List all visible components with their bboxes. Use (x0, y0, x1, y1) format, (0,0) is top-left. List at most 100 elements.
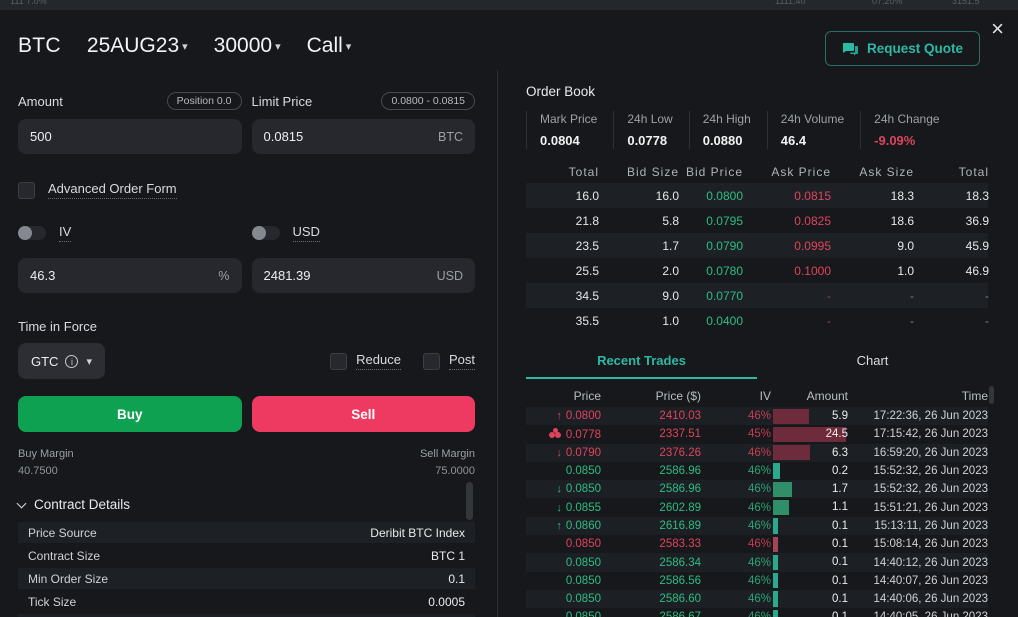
order-book-row[interactable]: 35.51.00.0400--- (526, 308, 988, 333)
sell-margin-label: Sell Margin (420, 448, 475, 460)
trade-usd-cell: 2586.96 (601, 483, 701, 495)
stat-item: Mark Price 0.0804 (526, 111, 613, 149)
trade-amount-value: 24.5 (771, 425, 848, 443)
trade-time-cell: 14:40:05, 26 Jun 2023 (848, 611, 988, 617)
bid-size-cell: 9.0 (599, 289, 679, 303)
order-book-row[interactable]: 21.85.80.07950.082518.636.9 (526, 208, 988, 233)
trade-row: 0.08502583.3346%0.115:08:14, 26 Jun 2023 (526, 535, 988, 553)
trade-amount-value: 0.1 (771, 590, 848, 608)
trade-amount-cell: 24.5 (771, 425, 848, 443)
limit-price-input[interactable] (264, 129, 431, 144)
trade-row: 0.08502586.6746%0.114:40:05, 26 Jun 2023 (526, 608, 988, 617)
advanced-order-form-checkbox[interactable] (18, 182, 35, 199)
order-book-column-header: Ask Price (743, 165, 831, 179)
request-quote-button[interactable]: Request Quote (825, 31, 980, 66)
contract-detail-row: Price SourceDeribit BTC Index (18, 522, 475, 543)
trade-amount-cell: 5.9 (771, 407, 848, 425)
order-book-row[interactable]: 23.51.70.07900.09959.045.9 (526, 233, 988, 258)
trade-price-cell: 0.0850 (526, 465, 601, 477)
trade-usd-cell: 2586.67 (601, 611, 701, 617)
background-text-fragment: 1111.40 (775, 0, 806, 6)
trade-row: ↓0.07902376.2646%6.316:59:20, 26 Jun 202… (526, 444, 988, 462)
ask-size-cell: 18.6 (831, 214, 914, 228)
trade-price-cell: ↑0.0860 (526, 520, 601, 532)
bid-size-cell: 5.8 (599, 214, 679, 228)
close-icon[interactable]: × (987, 14, 1008, 44)
chevron-down-icon: ▾ (275, 41, 281, 53)
usd-input[interactable] (264, 268, 429, 283)
chevron-down-icon: ▾ (86, 355, 92, 368)
stat-label: Mark Price (540, 112, 597, 126)
reduce-checkbox[interactable] (330, 353, 347, 370)
stat-label: 24h High (703, 112, 751, 126)
time-in-force-dropdown[interactable]: GTC ▾ (18, 343, 105, 379)
strike-dropdown[interactable]: 30000▾ (214, 34, 281, 58)
trade-iv-cell: 46% (701, 593, 771, 605)
post-checkbox[interactable] (423, 353, 440, 370)
contract-detail-value: 0.1 (448, 572, 465, 586)
iv-input[interactable] (30, 268, 210, 283)
tab-recent-trades[interactable]: Recent Trades (526, 347, 757, 379)
trade-price-cell: 0.0850 (526, 538, 601, 550)
bid-total-cell: 25.5 (526, 264, 599, 278)
background-text-fragment: 07.20% (872, 0, 903, 6)
ask-size-cell: - (831, 314, 914, 328)
trade-usd-cell: 2586.60 (601, 593, 701, 605)
trade-amount-value: 1.7 (771, 480, 848, 498)
stat-item: 24h Low0.0778 (613, 111, 688, 149)
trades-column-header: IV (701, 389, 771, 403)
trade-price-cell: 0.0850 (526, 611, 601, 617)
buy-button[interactable]: Buy (18, 396, 242, 432)
trade-amount-cell: 1.7 (771, 480, 848, 498)
tab-chart[interactable]: Chart (757, 347, 988, 379)
sell-button[interactable]: Sell (252, 396, 476, 432)
trade-time-cell: 17:22:36, 26 Jun 2023 (848, 410, 988, 422)
trade-time-cell: 14:40:06, 26 Jun 2023 (848, 593, 988, 605)
stat-item: 24h High0.0880 (689, 111, 767, 149)
trade-price-cell: ↑0.0800 (526, 410, 601, 422)
buy-margin-value: 40.7500 (18, 465, 74, 477)
order-book-row[interactable]: 34.59.00.0770--- (526, 283, 988, 308)
usd-toggle[interactable] (252, 226, 280, 240)
trade-amount-value: 5.9 (771, 407, 848, 425)
buy-margin-label: Buy Margin (18, 448, 74, 460)
trades-column-header: Time (848, 389, 988, 403)
stat-label: 24h Change (874, 112, 939, 126)
trade-row: 0.08502586.9646%0.215:52:32, 26 Jun 2023 (526, 462, 988, 480)
contract-details-toggle[interactable]: Contract Details (18, 497, 475, 512)
trade-amount-value: 0.1 (771, 608, 848, 617)
order-book-row[interactable]: 25.52.00.07800.10001.046.9 (526, 258, 988, 283)
bid-price-cell: 0.0795 (679, 214, 743, 228)
left-panel-scrollbar[interactable] (466, 482, 473, 520)
iv-toggle[interactable] (18, 226, 46, 240)
trade-price-value: 0.0850 (566, 483, 601, 495)
ask-price-cell: 0.0995 (743, 239, 831, 253)
chevron-down-icon: ▾ (346, 41, 352, 53)
trade-amount-cell: 0.1 (771, 535, 848, 553)
info-icon[interactable] (65, 355, 78, 368)
trades-scrollbar[interactable] (989, 386, 994, 404)
trade-usd-cell: 2583.33 (601, 538, 701, 550)
bid-total-cell: 21.8 (526, 214, 599, 228)
option-type-dropdown[interactable]: Call▾ (307, 34, 352, 58)
trade-amount-value: 1.1 (771, 498, 848, 516)
bid-price-cell: 0.0780 (679, 264, 743, 278)
expiry-dropdown[interactable]: 25AUG23▾ (87, 34, 188, 58)
reduce-label: Reduce (356, 352, 401, 370)
trade-row: ↓0.08502586.9646%1.715:52:32, 26 Jun 202… (526, 480, 988, 498)
price-range-badge: 0.0800 - 0.0815 (381, 92, 475, 110)
contract-detail-value: Deribit BTC Index (370, 526, 465, 540)
stat-item: 24h Volume46.4 (767, 111, 860, 149)
order-form-panel: Amount Position 0.0 Limit Price 0.0800 -… (0, 70, 497, 617)
position-badge: Position 0.0 (167, 92, 242, 110)
trades-column-header: Price ($) (601, 389, 701, 403)
contract-detail-label: Tick Size (28, 595, 76, 609)
stat-value: 0.0804 (540, 133, 597, 148)
usd-unit: USD (437, 269, 463, 283)
amount-input[interactable] (30, 129, 230, 144)
ask-size-cell: - (831, 289, 914, 303)
order-book-row[interactable]: 16.016.00.08000.081518.318.3 (526, 183, 988, 208)
bid-size-cell: 1.0 (599, 314, 679, 328)
chevron-down-icon: ▾ (182, 41, 188, 53)
trade-price-value: 0.0860 (566, 520, 601, 532)
